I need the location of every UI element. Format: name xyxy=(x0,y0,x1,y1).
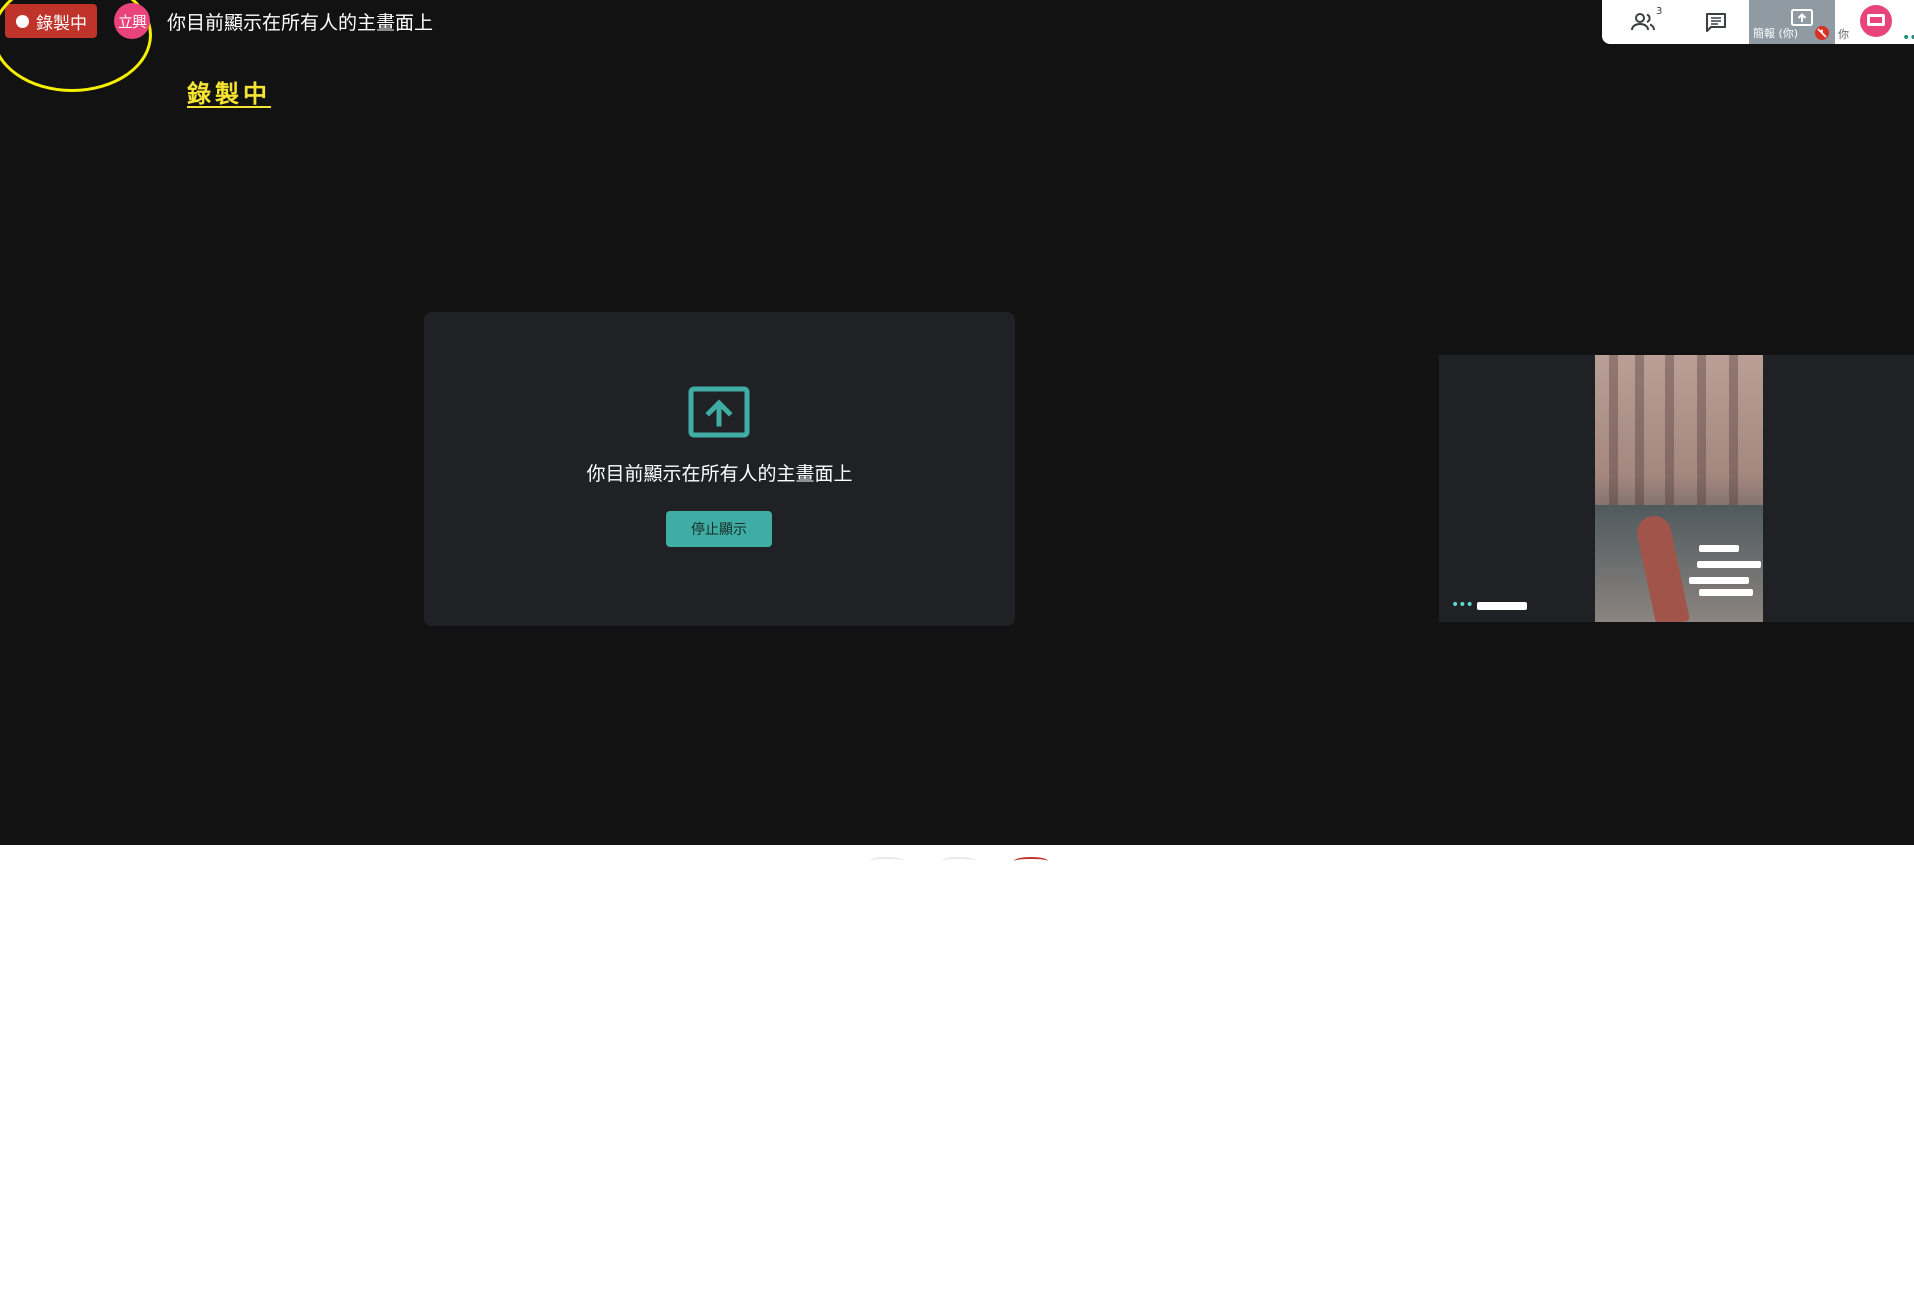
presenting-message: 你目前顯示在所有人的主畫面上 xyxy=(586,463,853,485)
recording-badge[interactable]: 錄製中 xyxy=(5,4,97,38)
bottom-control-remnant xyxy=(870,857,904,865)
self-avatar[interactable] xyxy=(1860,5,1892,37)
presenting-card: 你目前顯示在所有人的主畫面上 停止顯示 xyxy=(424,312,1015,626)
bottom-control-remnant xyxy=(942,857,976,865)
chat-icon xyxy=(1706,13,1726,32)
presenter-avatar: 立興 xyxy=(114,3,150,39)
recording-annotation-text: 錄製中 xyxy=(187,79,271,108)
participant-tile[interactable]: ••• xyxy=(1439,355,1914,622)
screen-share-icon xyxy=(1867,14,1885,26)
chat-button[interactable] xyxy=(1696,0,1736,44)
top-controls-bar: 3 簡報 (你) 你 ••• xyxy=(1602,0,1914,46)
mic-muted-icon xyxy=(1815,26,1829,40)
present-to-all-icon xyxy=(688,386,750,438)
recording-label: 錄製中 xyxy=(36,13,87,34)
participant-video-feed xyxy=(1595,355,1763,622)
people-icon xyxy=(1631,13,1655,31)
more-options-icon[interactable]: ••• xyxy=(1902,30,1914,46)
page-title: 你目前顯示在所有人的主畫面上 xyxy=(167,12,434,34)
bottom-control-remnant xyxy=(1014,857,1048,865)
participant-options-icon[interactable]: ••• xyxy=(1451,597,1474,613)
presentation-tile-label: 簡報 (你) xyxy=(1753,27,1799,40)
stop-presenting-button[interactable]: 停止顯示 xyxy=(666,511,772,547)
self-label: 你 xyxy=(1838,28,1849,41)
recording-dot-icon xyxy=(16,14,29,28)
participant-name-redacted xyxy=(1477,602,1527,610)
present-screen-icon xyxy=(1791,9,1813,26)
meeting-stage: 錄製中 立興 你目前顯示在所有人的主畫面上 錄製中 3 簡報 (你) 你 • 你… xyxy=(0,0,1914,845)
people-button[interactable]: 3 xyxy=(1624,0,1664,44)
people-count-badge: 3 xyxy=(1656,6,1663,17)
